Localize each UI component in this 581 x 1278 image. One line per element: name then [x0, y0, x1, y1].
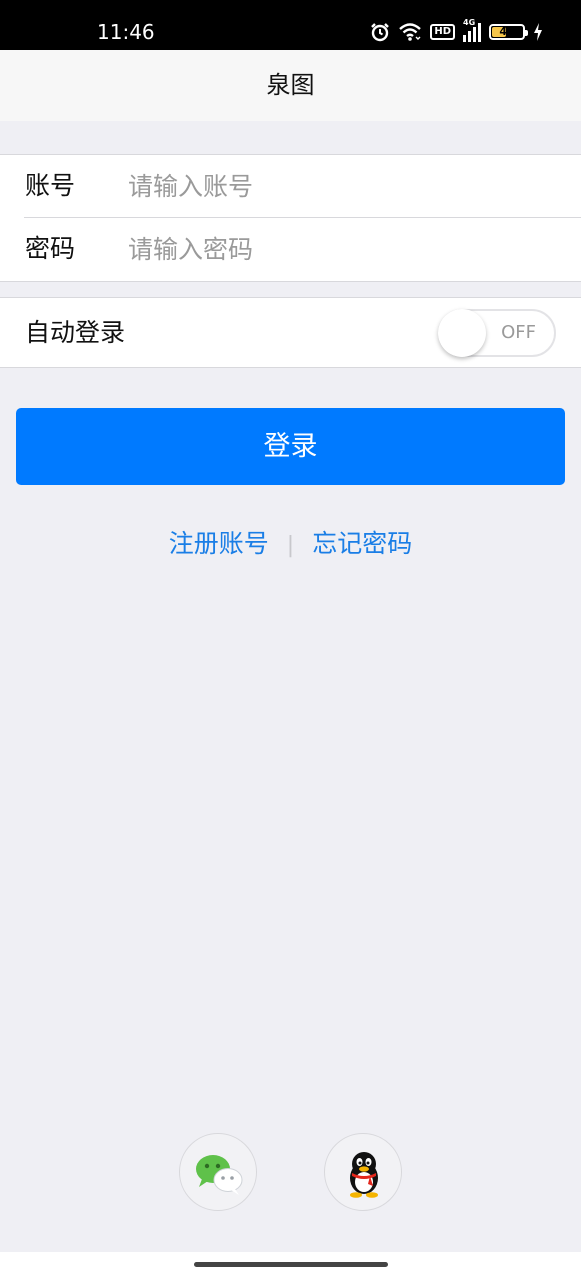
signal-icon: 4G	[463, 18, 481, 42]
toggle-knob	[438, 309, 486, 357]
nav-bar: 泉图	[0, 50, 581, 121]
login-button[interactable]: 登录	[16, 408, 565, 485]
password-row: 密码	[0, 218, 581, 281]
password-input[interactable]	[128, 230, 558, 268]
home-indicator[interactable]	[194, 1262, 388, 1267]
account-row: 账号	[0, 155, 581, 218]
status-bar: 11:46 HD 4G 43	[0, 0, 581, 50]
battery-icon: 43	[489, 24, 528, 40]
status-time: 11:46	[97, 20, 155, 44]
account-input[interactable]	[128, 167, 558, 205]
wifi-icon	[399, 23, 422, 41]
account-links: 注册账号 | 忘记密码	[0, 527, 581, 561]
auto-login-toggle[interactable]: OFF	[438, 309, 556, 357]
qq-icon	[350, 1152, 378, 1198]
account-label: 账号	[25, 171, 76, 200]
toggle-state-text: OFF	[501, 322, 536, 343]
network-type: 4G	[463, 18, 476, 27]
page-title: 泉图	[266, 71, 315, 99]
auto-login-row: 自动登录 OFF	[0, 297, 581, 368]
charging-icon	[534, 23, 542, 41]
battery-level: 43	[499, 25, 515, 38]
qq-login-button[interactable]	[324, 1133, 402, 1211]
wechat-login-button[interactable]	[179, 1133, 257, 1211]
password-label: 密码	[25, 234, 76, 263]
auto-login-label: 自动登录	[25, 318, 126, 347]
status-icons: HD 4G 43	[370, 18, 543, 44]
forgot-password-link[interactable]: 忘记密码	[312, 529, 412, 558]
login-form: 账号 密码	[0, 154, 581, 282]
hd-icon: HD	[430, 24, 455, 40]
link-separator: |	[286, 533, 295, 558]
wechat-icon	[196, 1155, 243, 1195]
alarm-icon	[371, 23, 390, 42]
register-link[interactable]: 注册账号	[169, 529, 269, 558]
